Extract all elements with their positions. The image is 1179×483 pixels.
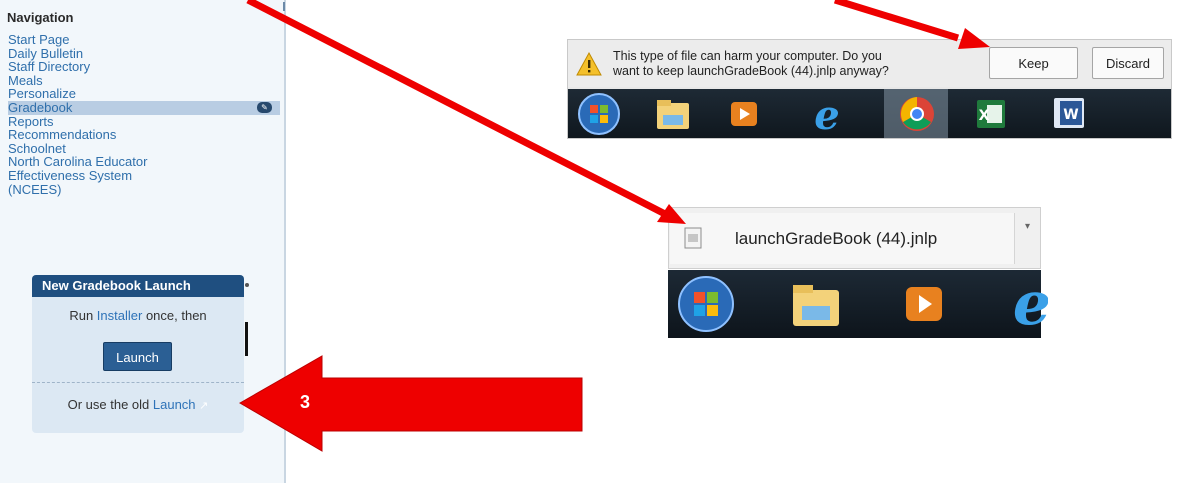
arrow-to-keep-head [958, 28, 990, 49]
step-3-label: 3 [300, 392, 311, 412]
step-3-callout-arrow [239, 355, 583, 452]
arrow-to-keep-line [833, 0, 960, 42]
annotation-layer [239, 0, 990, 452]
arrow-to-download-line [246, 0, 669, 219]
